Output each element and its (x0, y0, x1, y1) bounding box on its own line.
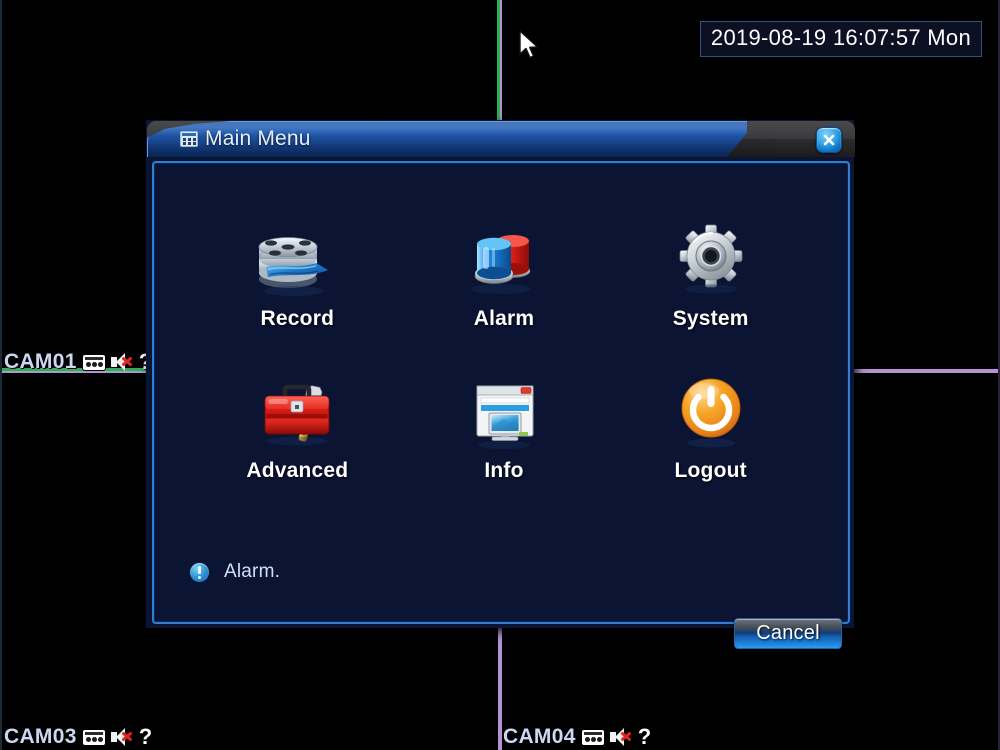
question-mark-icon: ? (138, 724, 153, 749)
power-button-icon (668, 375, 754, 453)
tape-record-icon (82, 354, 105, 370)
gear-icon (668, 223, 754, 301)
menu-item-record[interactable]: Record (194, 223, 401, 331)
cancel-button[interactable]: Cancel (734, 618, 842, 649)
status-message-text: Alarm. (224, 561, 281, 582)
menu-item-label: Record (260, 307, 335, 330)
question-mark-icon: ? (637, 724, 652, 749)
status-message-row: Alarm. (190, 561, 280, 583)
siren-light-icon (461, 223, 547, 301)
menu-item-system[interactable]: System (607, 223, 814, 331)
camera-name-text: CAM04 (503, 725, 576, 748)
menu-grid-icon (180, 131, 198, 147)
film-reel-icon (254, 223, 340, 301)
main-menu-dialog: Main Menu Record Alarm System Advanced I… (146, 120, 855, 649)
menu-item-logout[interactable]: Logout (607, 375, 814, 483)
camera-label-cam03: CAM03 ? (4, 725, 152, 749)
camera-label-cam04: CAM04 ? (503, 725, 651, 749)
tape-record-icon (581, 729, 604, 745)
close-x-glyph (823, 134, 835, 146)
menu-item-alarm[interactable]: Alarm (401, 223, 608, 331)
dialog-title-text: Main Menu (205, 127, 311, 150)
menu-item-label: Alarm (473, 307, 535, 330)
toolbox-wrench-icon (254, 375, 340, 453)
tape-record-icon (82, 729, 105, 745)
camera-label-cam01: CAM01 ? (4, 350, 152, 374)
cancel-button-label: Cancel (756, 622, 820, 644)
osd-clock: 2019-08-19 16:07:57 Mon (699, 21, 982, 57)
speaker-muted-icon (110, 353, 133, 371)
menu-item-label: Info (484, 459, 524, 482)
menu-item-info[interactable]: Info (401, 375, 608, 483)
camera-name-text: CAM03 (4, 725, 77, 748)
info-exclamation-icon (190, 562, 209, 582)
screen-edge-left (0, 0, 2, 750)
menu-item-advanced[interactable]: Advanced (194, 375, 401, 483)
close-icon[interactable] (816, 127, 842, 153)
dialog-title-bar: Main Menu (147, 121, 855, 157)
mouse-cursor (519, 30, 539, 59)
main-menu-icon-grid: Record Alarm System Advanced Info Logout (194, 223, 814, 483)
window-monitor-icon (461, 375, 547, 453)
dialog-body-panel: Record Alarm System Advanced Info Logout… (152, 161, 850, 649)
dvr-live-view-screen: CAM01 ? CAM03 ? CAM04 ? 2019-08-19 16:07… (0, 0, 1000, 750)
speaker-muted-icon (609, 728, 632, 746)
menu-item-label: Logout (674, 459, 747, 482)
menu-item-label: System (672, 307, 749, 330)
speaker-muted-icon (110, 728, 133, 746)
camera-name-text: CAM01 (4, 350, 77, 373)
menu-item-label: Advanced (246, 459, 349, 482)
